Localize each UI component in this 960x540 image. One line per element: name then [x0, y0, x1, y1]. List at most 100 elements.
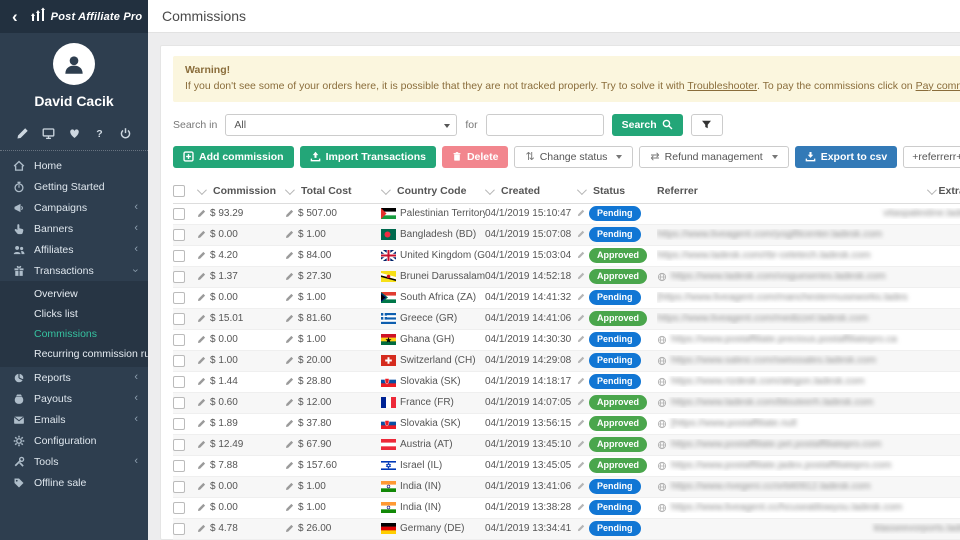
app-logo[interactable]: Post Affiliate Pro — [30, 7, 143, 26]
referrer-url[interactable]: https://www.ladesk.com/rbr-celetech.lade… — [657, 250, 870, 261]
status-badge[interactable]: Pending — [589, 500, 641, 515]
pencil-icon[interactable] — [16, 127, 29, 140]
edit-status-icon[interactable] — [577, 251, 585, 259]
row-checkbox[interactable] — [173, 460, 185, 472]
referrer-url[interactable]: https://www.postaffiliate.pet.postaffili… — [671, 439, 881, 450]
edit-commission-icon[interactable] — [197, 482, 206, 491]
status-badge[interactable]: Approved — [589, 458, 647, 473]
edit-total-cost-icon[interactable] — [285, 482, 294, 491]
column-header-label[interactable]: Total Cost — [301, 185, 352, 197]
troubleshooter-link[interactable]: Troubleshooter — [687, 80, 757, 92]
search-field-select[interactable]: All — [225, 114, 457, 136]
delete-button[interactable]: Delete — [442, 146, 509, 168]
edit-commission-icon[interactable] — [197, 293, 206, 302]
collapse-sidebar-icon[interactable]: ‹ — [8, 8, 22, 25]
export-csv-button[interactable]: Export to csv — [795, 146, 898, 168]
edit-commission-icon[interactable] — [197, 230, 206, 239]
columns-preset-select[interactable]: +referrerr+ccode — [903, 146, 960, 168]
edit-status-icon[interactable] — [577, 377, 585, 385]
edit-commission-icon[interactable] — [197, 398, 206, 407]
sidebar-item-home[interactable]: Home — [0, 155, 148, 176]
referrer-url[interactable]: https://www.postaffiliate.precious.posta… — [671, 334, 897, 345]
sidebar-item-getting-started[interactable]: Getting Started — [0, 176, 148, 197]
column-header-label[interactable]: Country Code — [397, 185, 466, 197]
edit-commission-icon[interactable] — [197, 377, 206, 386]
referrer-url[interactable]: klasseevorports.ladesk.com — [874, 523, 960, 534]
row-checkbox[interactable] — [173, 397, 185, 409]
edit-commission-icon[interactable] — [197, 272, 206, 281]
sidebar-item-emails[interactable]: Emails ‹ — [0, 409, 148, 430]
filter-button[interactable] — [691, 114, 723, 136]
edit-total-cost-icon[interactable] — [285, 377, 294, 386]
edit-total-cost-icon[interactable] — [285, 356, 294, 365]
edit-status-icon[interactable] — [577, 230, 585, 238]
edit-total-cost-icon[interactable] — [285, 272, 294, 281]
row-checkbox[interactable] — [173, 313, 185, 325]
row-checkbox[interactable] — [173, 271, 185, 283]
sidebar-subitem-recurring-commission-rules[interactable]: Recurring commission rules — [0, 344, 148, 364]
referrer-url[interactable]: https://www.ladesk.com/vogueseries.lades… — [671, 271, 886, 282]
help-icon[interactable]: ? — [93, 127, 106, 140]
edit-total-cost-icon[interactable] — [285, 230, 294, 239]
row-checkbox[interactable] — [173, 229, 185, 241]
edit-commission-icon[interactable] — [197, 419, 206, 428]
row-checkbox[interactable] — [173, 523, 185, 535]
row-checkbox[interactable] — [173, 208, 185, 220]
edit-status-icon[interactable] — [577, 461, 585, 469]
row-checkbox[interactable] — [173, 439, 185, 451]
status-badge[interactable]: Pending — [589, 206, 641, 221]
status-badge[interactable]: Pending — [589, 332, 641, 347]
sidebar-item-transactions[interactable]: Transactions ‹ — [0, 260, 148, 281]
column-header-extra-data-4[interactable]: Extra Data 4 — [939, 185, 960, 197]
add-commission-button[interactable]: Add commission — [173, 146, 294, 168]
status-badge[interactable]: Approved — [589, 269, 647, 284]
edit-commission-icon[interactable] — [197, 314, 206, 323]
row-checkbox[interactable] — [173, 502, 185, 514]
edit-commission-icon[interactable] — [197, 209, 206, 218]
sidebar-item-payouts[interactable]: Payouts ‹ — [0, 388, 148, 409]
edit-commission-icon[interactable] — [197, 461, 206, 470]
sort-icon[interactable] — [197, 185, 207, 195]
search-button[interactable]: Search — [612, 114, 683, 136]
referrer-url[interactable]: https://www.rivegeni.cc/orbit0912.ladesk… — [671, 481, 871, 492]
sort-icon[interactable] — [927, 185, 937, 195]
status-badge[interactable]: Pending — [589, 479, 641, 494]
edit-total-cost-icon[interactable] — [285, 314, 294, 323]
refund-management-dropdown[interactable]: ⇄ Refund management — [639, 146, 788, 168]
sidebar-item-offline-sale[interactable]: Offline sale — [0, 472, 148, 493]
row-checkbox[interactable] — [173, 481, 185, 493]
edit-status-icon[interactable] — [577, 293, 585, 301]
edit-commission-icon[interactable] — [197, 503, 206, 512]
sort-icon[interactable] — [381, 185, 391, 195]
status-badge[interactable]: Approved — [589, 416, 647, 431]
referrer-url[interactable]: vitaspalestine.ladesk.com — [883, 208, 960, 219]
edit-status-icon[interactable] — [577, 419, 585, 427]
sidebar-subitem-clicks-list[interactable]: Clicks list — [0, 304, 148, 324]
status-badge[interactable]: Pending — [589, 227, 641, 242]
sidebar-item-configuration[interactable]: Configuration — [0, 430, 148, 451]
status-badge[interactable]: Approved — [589, 437, 647, 452]
column-header-label[interactable]: Referrer — [657, 185, 698, 197]
status-badge[interactable]: Pending — [589, 521, 641, 536]
edit-status-icon[interactable] — [577, 482, 585, 490]
sidebar-item-reports[interactable]: Reports ‹ — [0, 367, 148, 388]
status-badge[interactable]: Approved — [589, 395, 647, 410]
edit-total-cost-icon[interactable] — [285, 209, 294, 218]
search-input[interactable] — [486, 114, 604, 136]
edit-total-cost-icon[interactable] — [285, 251, 294, 260]
edit-total-cost-icon[interactable] — [285, 524, 294, 533]
column-header-label[interactable]: Status — [593, 185, 625, 197]
change-status-dropdown[interactable]: ⇅ Change status — [514, 146, 633, 168]
column-header-label[interactable]: Created — [501, 185, 540, 197]
referrer-url[interactable]: https://www.liveagent.cc/hcuseatilowyou.… — [671, 502, 902, 513]
sidebar-item-banners[interactable]: Banners ‹ — [0, 218, 148, 239]
referrer-url[interactable]: https://www.ladesk.com/blouteerh.ladesk.… — [671, 397, 873, 408]
referrer-url[interactable]: [https://www.postaffiliate.null — [671, 418, 796, 429]
sidebar-item-affiliates[interactable]: Affiliates ‹ — [0, 239, 148, 260]
heart-icon[interactable] — [68, 127, 81, 140]
referrer-url[interactable]: https://www.rizdesk.com/alegon.ladesk.co… — [671, 376, 864, 387]
avatar[interactable] — [53, 43, 95, 85]
row-checkbox[interactable] — [173, 355, 185, 367]
edit-status-icon[interactable] — [577, 314, 585, 322]
referrer-url[interactable]: https://www.liveagent.com/medizzel.lades… — [657, 313, 868, 324]
